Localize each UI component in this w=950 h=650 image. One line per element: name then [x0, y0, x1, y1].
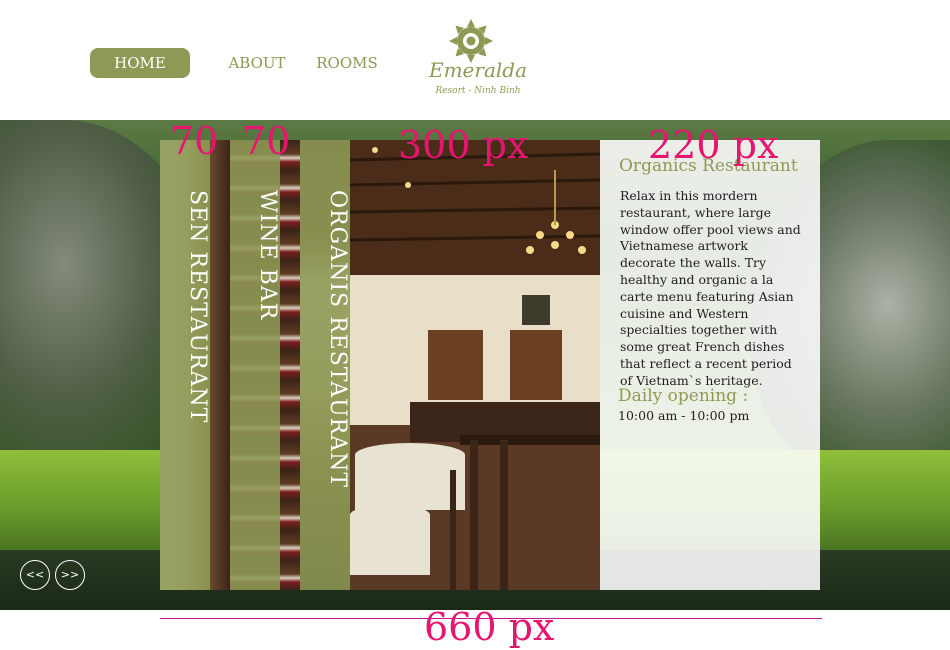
site-header: HOME ABOUT ROOMS Emeralda Resort - Ninh …	[0, 0, 950, 120]
width-annotation-info: 220 px	[648, 123, 779, 167]
nav-about-link[interactable]: ABOUT	[222, 48, 292, 78]
panel-sen-restaurant[interactable]: SEN RESTAURANT	[160, 140, 230, 590]
panel-tab[interactable]: SEN RESTAURANT	[160, 140, 210, 590]
slider-next-button[interactable]: >>	[55, 560, 85, 590]
restaurant-photo	[350, 140, 600, 590]
width-annotation-organis: 300 px	[398, 123, 529, 167]
panel-label: WINE BAR	[255, 190, 280, 321]
info-description: Relax in this mordern restaurant, where …	[620, 188, 801, 388]
opening-hours-label: Daily opening :	[618, 386, 749, 406]
restaurant-info-card: Organics Restaurant Relax in this morder…	[600, 140, 820, 590]
slider-prev-button[interactable]: <<	[20, 560, 50, 590]
panel-label: ORGANIS RESTAURANT	[325, 190, 350, 489]
panel-organis-restaurant[interactable]: ORGANIS RESTAURANT	[300, 140, 600, 590]
width-annotation-wine: 70	[242, 119, 291, 163]
hero-slider: SEN RESTAURANT WINE BAR ORGANIS RESTAURA…	[0, 120, 950, 610]
width-annotation-total: 660 px	[424, 605, 555, 649]
width-annotation-sen: 70	[170, 119, 219, 163]
nav-home-button[interactable]: HOME	[90, 48, 190, 78]
panel-wine-bar[interactable]: WINE BAR	[230, 140, 300, 590]
opening-hours-value: 10:00 am - 10:00 pm	[618, 408, 750, 423]
logo-wordmark: Emeralda	[428, 58, 527, 82]
panel-label: SEN RESTAURANT	[185, 190, 210, 424]
panel-tab[interactable]: WINE BAR	[230, 140, 280, 590]
panel-tab[interactable]: ORGANIS RESTAURANT	[300, 140, 350, 590]
brand-logo[interactable]: Emeralda Resort - Ninh Binh	[422, 18, 534, 104]
logo-tagline: Resort - Ninh Binh	[435, 86, 521, 96]
nav-rooms-link[interactable]: ROOMS	[312, 48, 382, 78]
